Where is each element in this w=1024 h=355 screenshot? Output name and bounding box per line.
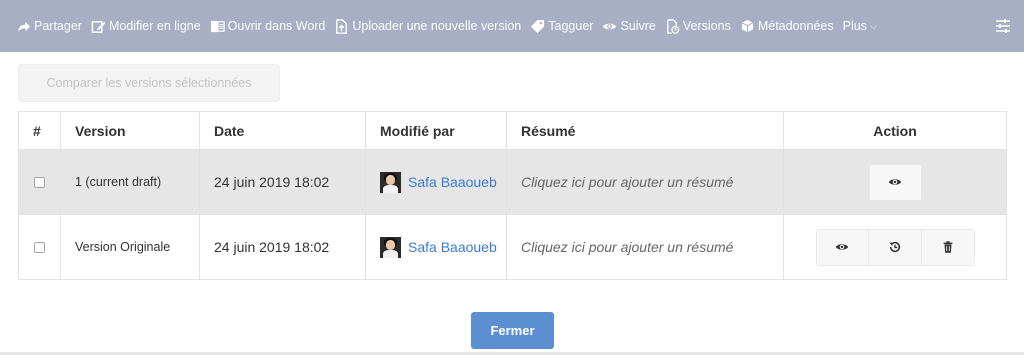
share-button[interactable]: Partager [16, 19, 82, 34]
view-version-button[interactable] [868, 163, 922, 201]
row-select-cell [18, 214, 61, 280]
upload-version-label: Uploader une nouvelle version [352, 19, 522, 33]
date-cell: 24 juin 2019 18:02 [199, 214, 366, 280]
cubes-icon [741, 19, 754, 32]
table-row: 1 (current draft) 24 juin 2019 18:02 Saf… [18, 149, 1007, 215]
compare-versions-button[interactable]: Comparer les versions sélectionnées [18, 64, 280, 102]
delete-version-button[interactable] [921, 228, 975, 266]
restore-icon [888, 241, 900, 253]
modified-by-cell: Safa Baaoueb [365, 214, 507, 280]
more-label: Plus [842, 19, 867, 33]
versions-button[interactable]: Versions [665, 18, 731, 34]
modified-by-cell: Safa Baaoueb [365, 149, 507, 215]
user-link[interactable]: Safa Baaoueb [380, 236, 506, 258]
share-icon [17, 21, 31, 32]
chevron-down-icon: ⌵ [869, 20, 877, 31]
word-icon [210, 20, 225, 32]
versions-icon [667, 18, 680, 34]
table-header-row: # Version Date Modifié par Résumé Action [18, 111, 1007, 150]
header-date: Date [199, 111, 366, 150]
close-button[interactable]: Fermer [471, 312, 554, 349]
tag-label: Tagguer [548, 19, 594, 33]
avatar [380, 171, 401, 193]
eye-icon [835, 244, 849, 250]
row-checkbox[interactable] [34, 177, 45, 189]
edit-icon [91, 20, 106, 33]
more-menu[interactable]: Plus ⌵ [843, 19, 877, 33]
document-toolbar: Partager Modifier en ligne Ouvrir dans W… [0, 0, 1024, 52]
eye-icon [888, 179, 902, 185]
open-in-word-button[interactable]: Ouvrir dans Word [210, 19, 326, 34]
action-cell [783, 149, 1007, 215]
edit-online-label: Modifier en ligne [108, 19, 201, 33]
metadata-label: Métadonnées [757, 19, 834, 33]
edit-online-button[interactable]: Modifier en ligne [91, 19, 201, 34]
sliders-icon[interactable] [994, 17, 1012, 35]
header-modified-by: Modifié par [365, 111, 507, 150]
version-cell: Version Originale [60, 214, 200, 280]
header-number: # [18, 111, 61, 150]
versions-table: # Version Date Modifié par Résumé Action… [18, 111, 1007, 280]
view-version-button[interactable] [815, 228, 869, 266]
row-select-cell [18, 149, 61, 215]
metadata-button[interactable]: Métadonnées [740, 19, 834, 34]
follow-label: Suivre [620, 19, 656, 33]
user-name: Safa Baaoueb [408, 239, 497, 255]
action-cell [783, 214, 1007, 280]
header-summary: Résumé [506, 111, 784, 150]
header-action: Action [783, 111, 1007, 150]
trash-icon [943, 241, 952, 253]
summary-cell[interactable]: Cliquez ici pour ajouter un résumé [506, 149, 784, 215]
share-label: Partager [34, 19, 82, 33]
summary-cell[interactable]: Cliquez ici pour ajouter un résumé [506, 214, 784, 280]
avatar [380, 236, 401, 258]
restore-version-button[interactable] [868, 228, 922, 266]
tag-icon [531, 19, 545, 33]
tag-button[interactable]: Tagguer [530, 19, 593, 34]
versions-label: Versions [682, 19, 731, 33]
eye-icon [603, 23, 617, 29]
table-row: Version Originale 24 juin 2019 18:02 Saf… [18, 214, 1007, 280]
upload-version-button[interactable]: Uploader une nouvelle version [334, 18, 522, 34]
user-name: Safa Baaoueb [408, 174, 497, 190]
open-in-word-label: Ouvrir dans Word [227, 19, 326, 33]
follow-button[interactable]: Suivre [602, 19, 656, 34]
user-link[interactable]: Safa Baaoueb [380, 171, 506, 193]
date-cell: 24 juin 2019 18:02 [199, 149, 366, 215]
row-checkbox[interactable] [34, 242, 45, 254]
upload-icon [336, 18, 348, 34]
version-cell: 1 (current draft) [60, 149, 200, 215]
header-version: Version [60, 111, 200, 150]
